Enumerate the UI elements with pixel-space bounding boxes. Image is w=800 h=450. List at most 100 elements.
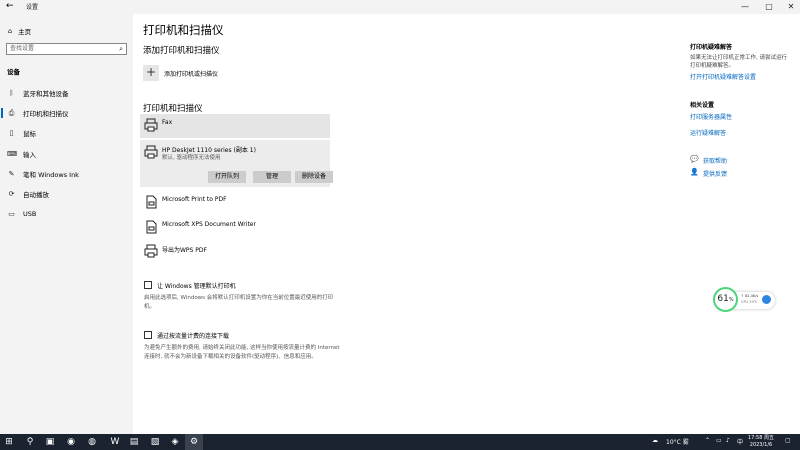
ime-indicator[interactable]: 中	[737, 437, 743, 446]
memory-percent: 61	[717, 294, 729, 304]
app-icon[interactable]: ▤	[125, 434, 143, 450]
metered-download-description: 为避免产生额外的费用, 请始终关闭此功能, 这样当你使用按流量计费的 Inter…	[144, 345, 340, 360]
upload-speed: ↑ 82.4K/s	[741, 294, 759, 298]
default-printer-checkbox[interactable]	[144, 281, 152, 289]
print-server-link[interactable]: 打印服务器属性	[690, 112, 732, 121]
printer-item-wps[interactable]: 导出为WPS PDF	[140, 240, 330, 262]
mouse-icon: ▯	[9, 129, 14, 137]
browser-icon[interactable]: ◍	[83, 434, 101, 450]
help-icon: 💬	[690, 155, 699, 163]
autoplay-icon: ⟳	[8, 190, 15, 198]
wps-icon[interactable]: W	[106, 434, 124, 450]
app2-icon[interactable]: ◈	[166, 434, 184, 450]
back-arrow-icon[interactable]: ←	[6, 1, 14, 11]
notification-icon[interactable]: ▢	[785, 437, 791, 444]
pen-icon: ✎	[8, 170, 15, 178]
widget-dot-icon	[762, 295, 771, 304]
memory-usage-ring: 61%	[713, 287, 738, 312]
sidebar-item-bluetooth[interactable]: ᛒ 蓝牙和其他设备	[0, 84, 133, 102]
troubleshoot-text: 如果无法让打印机正常工作, 请尝试运行打印机疑难解答。	[690, 55, 787, 69]
remove-device-button[interactable]: 删除设备	[295, 171, 333, 183]
network-icon[interactable]: ▭	[716, 437, 722, 444]
sidebar-item-mouse[interactable]: ▯ 鼠标	[0, 124, 133, 142]
window-title: 设置	[26, 4, 39, 11]
weather-icon: ☁	[652, 437, 658, 444]
system-monitor-widget[interactable]: 61% ↑ 82.4K/s CPU 29℃	[713, 287, 775, 313]
clock-date: 2023/1/6	[749, 442, 773, 448]
home-icon: ⌂	[8, 27, 13, 35]
search-icon[interactable]: ⚲	[21, 434, 39, 450]
manage-button[interactable]: 管理	[253, 171, 291, 183]
home-nav[interactable]: ⌂ 主页	[8, 26, 31, 36]
bluetooth-icon: ᛒ	[9, 89, 14, 97]
sidebar-item-label: 自动播放	[23, 191, 49, 199]
sidebar-item-label: 蓝牙和其他设备	[23, 90, 69, 98]
keyboard-icon: ⌨	[7, 150, 18, 158]
document-printer-icon	[146, 220, 157, 234]
related-settings-title: 相关设置	[690, 102, 715, 109]
sidebar-item-label: 打印机和扫描仪	[23, 110, 69, 118]
default-printer-label[interactable]: 让 Windows 管理默认打印机	[157, 281, 236, 290]
printer-item-pdf[interactable]: Microsoft Print to PDF	[140, 191, 330, 213]
printer-name: 导出为WPS PDF	[162, 247, 207, 254]
add-printer-label[interactable]: 添加打印机或扫描仪	[164, 69, 218, 78]
plus-icon: +	[145, 65, 157, 79]
sidebar-item-typing[interactable]: ⌨ 输入	[0, 145, 133, 163]
sidebar: ⌂ 主页 查找设置 ⌕ 设备 ᛒ 蓝牙和其他设备 ⎙ 打印机和扫描仪 ▯ 鼠标 …	[0, 14, 133, 434]
printer-icon	[144, 118, 158, 132]
weather-text[interactable]: 10°C 雾	[666, 437, 689, 446]
title-bar: ← 设置 — ▢ ✕	[0, 0, 800, 14]
taskbar: ⊞ ⚲ ▣ ◉ ◍ W ▤ ▧ ◈ ⚙ ☁ 10°C 雾 ⌃ ▭ ♪ 中 17:…	[0, 434, 800, 450]
settings-taskbar-icon[interactable]: ⚙	[185, 434, 203, 450]
maximize-button[interactable]: ▢	[758, 0, 780, 14]
printer-icon	[144, 244, 158, 258]
document-printer-icon	[146, 195, 157, 209]
search-icon: ⌕	[119, 45, 123, 53]
section-title: 设备	[7, 68, 20, 76]
home-label: 主页	[18, 28, 32, 36]
tray-chevron-icon[interactable]: ⌃	[705, 437, 710, 444]
troubleshoot-title: 打印机疑难解答	[690, 44, 733, 51]
printer-name: Microsoft XPS Document Writer	[162, 221, 256, 228]
sidebar-item-printers[interactable]: ⎙ 打印机和扫描仪	[0, 104, 133, 122]
search-placeholder: 查找设置	[10, 45, 35, 52]
metered-download-checkbox[interactable]	[144, 331, 152, 339]
add-printer-button[interactable]: +	[143, 65, 159, 81]
clock-time: 17:58 周五	[748, 435, 774, 441]
sidebar-item-label: 鼠标	[23, 130, 36, 138]
run-troubleshooter-link[interactable]: 运行疑难解答	[690, 128, 726, 137]
search-input[interactable]: 查找设置 ⌕	[6, 43, 127, 55]
minimize-button[interactable]: —	[734, 0, 756, 14]
percent-unit: %	[728, 297, 734, 303]
printer-item-hp[interactable]: HP DeskJet 1110 series (副本 1) 默认, 驱动程序无法…	[140, 140, 333, 187]
add-heading: 添加打印机和扫描仪	[143, 46, 220, 56]
sidebar-item-autoplay[interactable]: ⟳ 自动播放	[0, 185, 133, 203]
printer-icon	[144, 145, 158, 159]
list-heading: 打印机和扫描仪	[143, 104, 203, 114]
clock[interactable]: 17:58 周五 2023/1/6	[748, 435, 774, 449]
printer-icon: ⎙	[8, 108, 15, 117]
sidebar-item-pen[interactable]: ✎ 笔和 Windows Ink	[0, 165, 133, 183]
usb-icon: ▭	[8, 210, 15, 218]
sidebar-item-label: 笔和 Windows Ink	[23, 171, 79, 179]
printer-item-fax[interactable]: Fax	[140, 114, 330, 138]
printer-name: Fax	[162, 119, 173, 126]
sidebar-item-label: 输入	[23, 151, 36, 159]
metered-download-label[interactable]: 通过按流量计费的连接下载	[157, 331, 229, 340]
cpu-temp: CPU 29℃	[741, 300, 758, 304]
get-help-link[interactable]: 获取帮助	[703, 156, 727, 165]
chrome-icon[interactable]: ◉	[62, 434, 80, 450]
volume-icon[interactable]: ♪	[726, 437, 730, 444]
printer-item-xps[interactable]: Microsoft XPS Document Writer	[140, 216, 330, 238]
close-button[interactable]: ✕	[780, 0, 800, 14]
task-view-icon[interactable]: ▣	[41, 434, 59, 450]
feedback-link[interactable]: 提供反馈	[703, 169, 727, 178]
page-title: 打印机和扫描仪	[143, 23, 224, 37]
printer-name: Microsoft Print to PDF	[162, 196, 227, 203]
image-viewer-icon[interactable]: ▧	[146, 434, 164, 450]
default-printer-description: 启用此选项后, Windows 会将默认打印机设置为你在当前位置最近使用的打印机…	[144, 295, 334, 310]
troubleshoot-link[interactable]: 打开打印机疑难解答设置	[690, 72, 756, 81]
open-queue-button[interactable]: 打开队列	[208, 171, 246, 183]
sidebar-item-usb[interactable]: ▭ USB	[0, 205, 133, 223]
windows-start-icon[interactable]: ⊞	[0, 434, 18, 450]
